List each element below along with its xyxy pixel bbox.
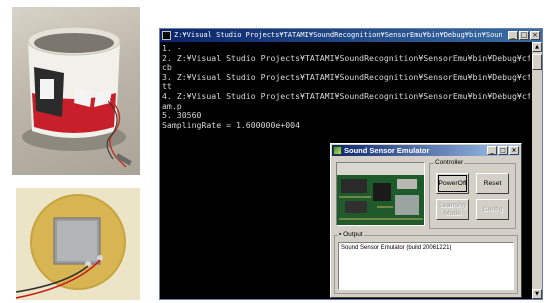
emulator-app-icon <box>333 146 342 155</box>
scrollbar-thumb[interactable] <box>532 54 542 70</box>
console-title-bar[interactable]: Z:¥Visual Studio Projects¥TATAMI¥SoundRe… <box>160 29 542 42</box>
mug-photo <box>12 7 140 175</box>
console-scrollbar[interactable]: ▲ ▼ <box>532 42 542 299</box>
console-line: 3. Z:¥Visual Studio Projects¥TATAMI¥Soun… <box>162 71 530 82</box>
output-label: ▪ Output <box>338 231 364 239</box>
console-line: 4. Z:¥Visual Studio Projects¥TATAMI¥Soun… <box>162 90 530 101</box>
output-label-text: Output <box>343 231 363 238</box>
controller-group: Controller PowerOff Reset Learning Mode … <box>429 159 516 229</box>
emulator-maximize-button[interactable]: □ <box>498 146 508 155</box>
console-line: am.p <box>162 100 182 111</box>
circuit-board-image <box>336 162 425 226</box>
learning-mode-button[interactable]: Learning Mode <box>436 199 469 220</box>
close-button[interactable]: × <box>530 31 540 40</box>
emulator-title-bar[interactable]: Sound Sensor Emulator _ □ × <box>332 145 520 156</box>
console-line: 2. Z:¥Visual Studio Projects¥TATAMI¥Soun… <box>162 52 530 63</box>
sound-sensor-emulator-window: Sound Sensor Emulator _ □ × Controller P… <box>330 143 522 298</box>
output-group: ▪ Output Sound Sensor Emulator (build 20… <box>334 231 518 294</box>
minimize-button[interactable]: _ <box>508 31 518 40</box>
scroll-down-icon[interactable]: ▼ <box>532 289 542 299</box>
mug-photo-graphic <box>22 26 132 168</box>
emulator-close-button[interactable]: × <box>509 146 519 155</box>
controller-label: Controller <box>434 159 465 167</box>
reset-button[interactable]: Reset <box>476 173 509 194</box>
config-button[interactable]: Config <box>476 199 509 220</box>
piezo-sensor-graphic <box>16 188 140 300</box>
console-line: SamplingRate = 1.600000e+004 <box>162 119 301 130</box>
console-app-icon <box>162 31 171 40</box>
scroll-up-icon[interactable]: ▲ <box>532 42 542 52</box>
emulator-title: Sound Sensor Emulator <box>344 146 430 155</box>
console-title: Z:¥Visual Studio Projects¥TATAMI¥SoundRe… <box>174 31 502 39</box>
piezo-sensor-photo <box>16 188 140 300</box>
output-textbox[interactable]: Sound Sensor Emulator (build 20061221) <box>338 242 514 290</box>
circuit-board-graphic <box>337 163 424 225</box>
power-off-button[interactable]: PowerOff <box>436 173 469 194</box>
maximize-button[interactable]: □ <box>519 31 529 40</box>
emulator-minimize-button[interactable]: _ <box>487 146 497 155</box>
